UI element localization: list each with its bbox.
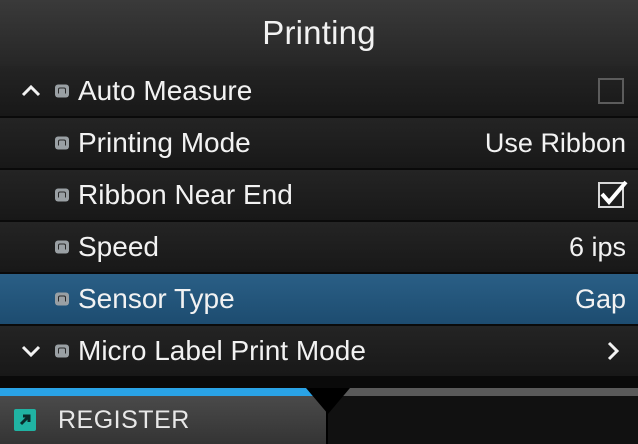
menu-item-label: Auto Measure	[78, 75, 253, 106]
menu-item-value: Use Ribbon	[484, 127, 626, 158]
menu-item-value: 6 ips	[568, 231, 626, 262]
menu-item-label: Speed	[78, 231, 159, 262]
auto-measure-checkbox[interactable]	[598, 78, 624, 104]
scroll-progress-fill	[0, 388, 319, 396]
blank-softkey[interactable]	[328, 396, 638, 444]
menu-item-auto-measure[interactable]: Auto Measure	[0, 66, 638, 118]
up-arrow-icon[interactable]	[20, 80, 42, 102]
settings-menu-list: Auto Measure Printing Mode Use Ribbon Ri…	[0, 66, 638, 378]
menu-item-label: Printing Mode	[78, 127, 251, 158]
arrow-icon	[19, 414, 31, 426]
register-label: REGISTER	[58, 405, 190, 434]
lock-icon	[55, 84, 69, 98]
chevron-right-icon	[607, 341, 620, 361]
menu-item-value: Gap	[574, 283, 626, 314]
page-title: Printing	[262, 14, 376, 51]
title-bar: Printing	[0, 0, 638, 67]
printer-settings-screen: Printing Auto Measure Printing Mode Use …	[0, 0, 638, 444]
down-arrow-icon[interactable]	[20, 340, 42, 362]
ribbon-near-end-checkbox[interactable]	[598, 180, 628, 208]
lock-icon	[55, 344, 69, 358]
menu-item-printing-mode[interactable]: Printing Mode Use Ribbon	[0, 118, 638, 170]
pointer-indicator	[306, 388, 350, 414]
menu-item-label: Sensor Type	[78, 283, 235, 314]
menu-item-micro-label-print-mode[interactable]: Micro Label Print Mode	[0, 326, 638, 378]
register-icon	[14, 409, 36, 431]
checkmark-icon	[600, 180, 628, 206]
register-button[interactable]: REGISTER	[0, 396, 328, 444]
lock-icon	[55, 292, 69, 306]
menu-item-ribbon-near-end[interactable]: Ribbon Near End	[0, 170, 638, 222]
menu-item-sensor-type[interactable]: Sensor Type Gap	[0, 274, 638, 326]
menu-item-label: Micro Label Print Mode	[78, 335, 366, 366]
lock-icon	[55, 240, 69, 254]
lock-icon	[55, 188, 69, 202]
softkey-bar: REGISTER	[0, 388, 638, 444]
menu-item-speed[interactable]: Speed 6 ips	[0, 222, 638, 274]
menu-item-label: Ribbon Near End	[78, 179, 293, 210]
lock-icon	[55, 136, 69, 150]
